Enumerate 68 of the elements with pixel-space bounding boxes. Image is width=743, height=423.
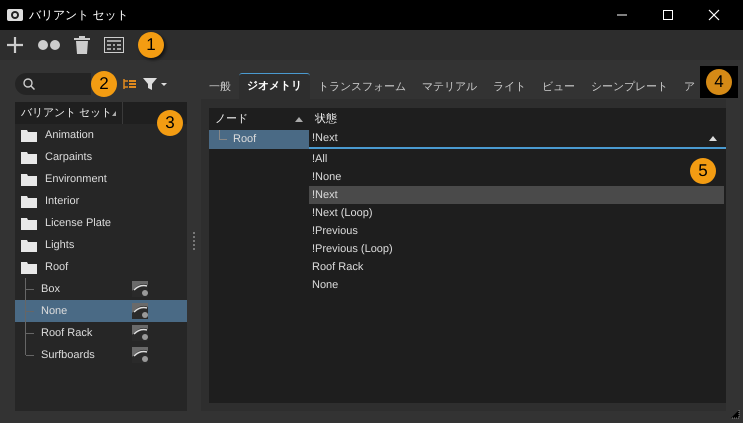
item-label: Environment bbox=[45, 172, 108, 187]
tab[interactable]: マテリアル bbox=[414, 75, 485, 99]
dropdown-option[interactable]: !Next (Loop) bbox=[309, 204, 376, 222]
tree-item[interactable]: Environment bbox=[15, 168, 187, 190]
item-label: Surfboards bbox=[41, 348, 96, 363]
splitter-handle[interactable] bbox=[193, 232, 195, 252]
folder-icon bbox=[21, 150, 37, 164]
item-label: Roof bbox=[45, 260, 70, 275]
tab[interactable]: 一般 bbox=[201, 75, 239, 99]
tree-item[interactable]: Surfboards bbox=[15, 344, 187, 366]
close-icon[interactable] bbox=[708, 9, 720, 21]
folder-icon bbox=[21, 128, 37, 142]
item-label: Roof Rack bbox=[41, 326, 94, 341]
dropdown-option[interactable]: !All bbox=[309, 150, 330, 168]
dropdown-option[interactable]: !Previous (Loop) bbox=[309, 240, 396, 258]
app-icon bbox=[7, 8, 23, 22]
dropdown-option[interactable]: !Previous bbox=[309, 222, 361, 240]
grid-icon[interactable] bbox=[104, 37, 124, 53]
callout-badge: 1 bbox=[138, 32, 164, 58]
filter-icon[interactable] bbox=[143, 77, 169, 91]
item-label: Interior bbox=[45, 194, 80, 209]
tab[interactable]: トランスフォーム bbox=[310, 75, 414, 99]
column-header[interactable]: ノード bbox=[209, 108, 309, 130]
dropdown-option[interactable]: !None bbox=[309, 168, 344, 186]
folder-icon bbox=[21, 238, 37, 252]
search-icon bbox=[23, 78, 35, 90]
tab[interactable]: ビュー bbox=[534, 75, 583, 99]
sort-icon bbox=[112, 110, 116, 116]
folder-icon bbox=[21, 172, 37, 186]
tab[interactable]: ア bbox=[676, 75, 695, 99]
tree-item[interactable]: Carpaints bbox=[15, 146, 187, 168]
caret-icon bbox=[709, 136, 717, 141]
callout-badge: 2 bbox=[91, 71, 117, 97]
search-field[interactable] bbox=[15, 73, 91, 95]
tab[interactable]: シーンプレート bbox=[583, 75, 676, 99]
callout-badge: 3 bbox=[157, 110, 183, 136]
tree-item[interactable]: Roof bbox=[15, 256, 187, 278]
item-label: Lights bbox=[45, 238, 76, 253]
tree-item[interactable]: Roof Rack bbox=[15, 322, 187, 344]
folder-icon bbox=[21, 194, 37, 208]
tab[interactable]: ライト bbox=[485, 75, 534, 99]
window-title: バリアント セット bbox=[29, 7, 128, 24]
item-label: Carpaints bbox=[45, 150, 94, 165]
folder-icon bbox=[21, 260, 37, 274]
dropdown-option[interactable]: None bbox=[309, 276, 342, 294]
item-label: License Plate bbox=[45, 216, 112, 231]
tab[interactable]: ジオメトリ bbox=[239, 73, 310, 99]
folder-icon bbox=[21, 216, 37, 230]
callout-badge: 4 bbox=[706, 69, 732, 95]
item-label: Animation bbox=[45, 128, 95, 143]
trash-icon[interactable] bbox=[74, 36, 90, 54]
dropdown-option[interactable]: Roof Rack bbox=[309, 258, 366, 276]
maximize-icon[interactable] bbox=[662, 9, 674, 21]
node-cell[interactable]: Roof bbox=[209, 130, 309, 149]
sort-icon bbox=[295, 116, 303, 122]
callout-badge: 5 bbox=[690, 158, 716, 184]
dropdown-option[interactable]: !Next bbox=[309, 186, 724, 204]
item-label: Box bbox=[41, 282, 61, 297]
column-header[interactable]: 状態 bbox=[309, 108, 726, 130]
tree-item[interactable]: Interior bbox=[15, 190, 187, 212]
two-dots-icon[interactable] bbox=[38, 39, 60, 51]
hierarchy-icon[interactable] bbox=[123, 78, 137, 90]
tree-item[interactable]: None bbox=[15, 300, 187, 322]
tree-item[interactable]: License Plate bbox=[15, 212, 187, 234]
add-icon[interactable] bbox=[6, 36, 24, 54]
tree-item[interactable]: Lights bbox=[15, 234, 187, 256]
resize-grip-icon[interactable] bbox=[730, 409, 740, 419]
item-label: None bbox=[41, 304, 68, 319]
